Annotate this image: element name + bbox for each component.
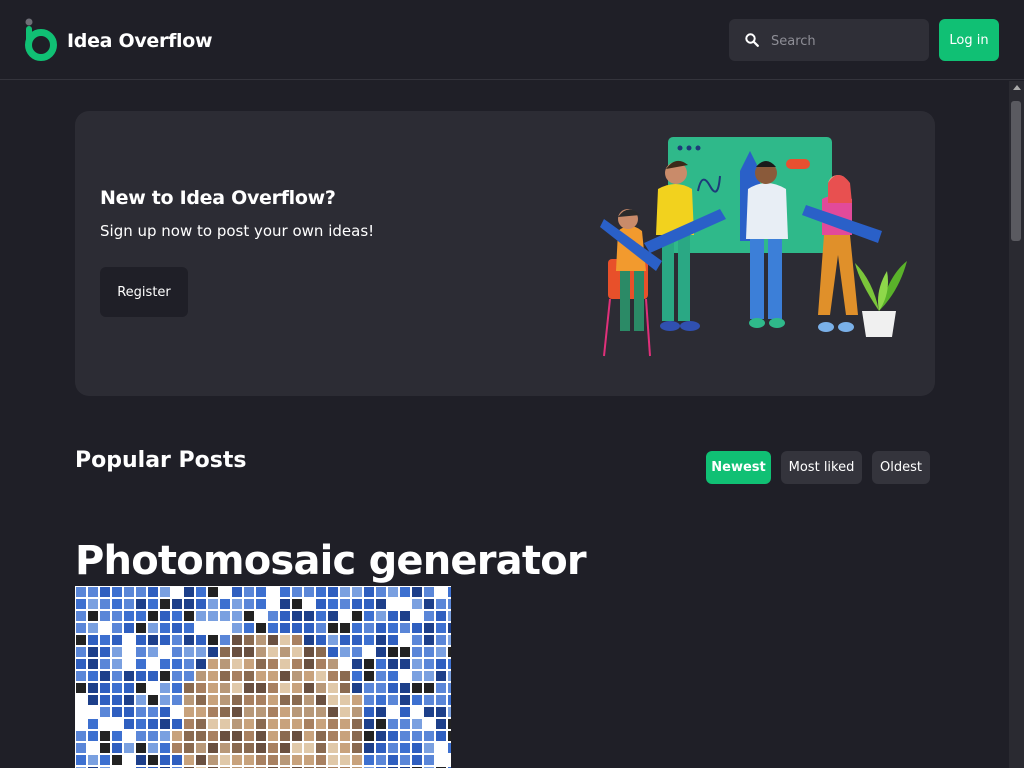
banner-title: New to Idea Overflow? — [100, 187, 336, 209]
search-box[interactable] — [729, 19, 929, 63]
post-title[interactable]: Photomosaic generator — [75, 538, 587, 584]
register-button[interactable]: Register — [100, 267, 188, 317]
search-icon — [745, 33, 759, 47]
page-scrollbar[interactable] — [1009, 81, 1024, 768]
section-title-popular-posts: Popular Posts — [75, 448, 247, 473]
brand-logo-icon[interactable] — [24, 18, 60, 62]
top-header: Idea Overflow Log in — [0, 0, 1024, 80]
banner-subtitle: Sign up now to post your own ideas! — [100, 222, 375, 240]
login-button[interactable]: Log in — [939, 19, 999, 61]
sort-oldest-button[interactable]: Oldest — [872, 451, 930, 484]
photomosaic-image — [76, 587, 451, 768]
brand-name[interactable]: Idea Overflow — [67, 30, 213, 52]
scroll-up-arrow-icon[interactable] — [1013, 85, 1021, 90]
team-whiteboard-illustration — [600, 137, 907, 357]
sort-most-liked-button[interactable]: Most liked — [781, 451, 862, 484]
search-input[interactable] — [769, 19, 923, 63]
sort-newest-button[interactable]: Newest — [706, 451, 771, 484]
post-thumbnail-image[interactable] — [75, 586, 451, 768]
scroll-thumb[interactable] — [1011, 101, 1021, 241]
signup-banner: New to Idea Overflow? Sign up now to pos… — [75, 111, 935, 396]
